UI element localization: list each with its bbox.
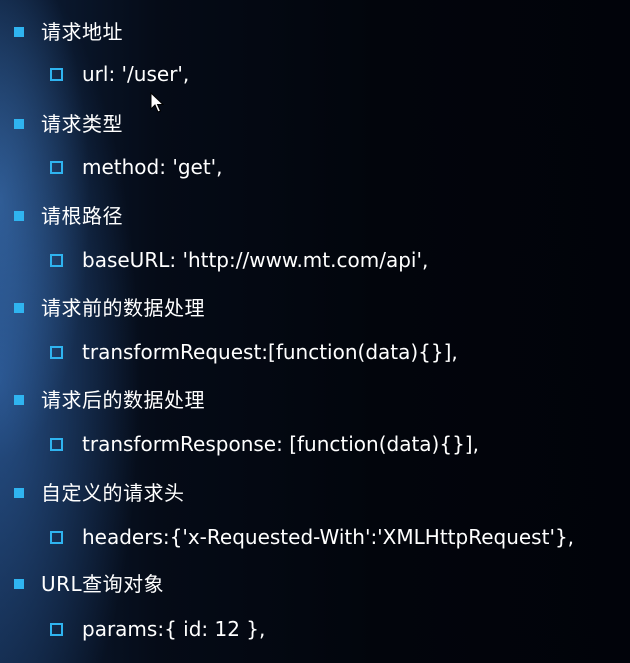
mouse-cursor-icon [150,92,164,113]
item-title: 请求前的数据处理 [41,296,205,320]
item-title: 自定义的请求头 [41,481,185,505]
item-value: url: '/user', [82,62,190,86]
filled-square-bullet-icon [14,27,24,37]
item-title: 请根路径 [41,204,123,228]
sub-bullet-transform-response: transformResponse: [function(data){}], [50,429,479,459]
hollow-square-bullet-icon [50,253,63,267]
item-value: headers:{'x-Requested-With':'XMLHttpRequ… [82,525,575,549]
sub-bullet-custom-headers: headers:{'x-Requested-With':'XMLHttpRequ… [50,522,574,552]
bullet-item-request-url: 请求地址 [14,17,123,47]
hollow-square-bullet-icon [50,622,63,636]
filled-square-bullet-icon [14,211,24,221]
filled-square-bullet-icon [14,579,24,589]
item-title: 请求后的数据处理 [41,388,205,412]
sub-bullet-request-type: method: 'get', [50,152,223,182]
hollow-square-bullet-icon [50,160,63,174]
bullet-item-url-params: URL查询对象 [14,569,164,599]
item-value: method: 'get', [82,155,223,179]
item-value: transformResponse: [function(data){}], [82,432,479,456]
filled-square-bullet-icon [14,395,24,405]
bullet-item-request-type: 请求类型 [14,109,123,139]
item-title: URL查询对象 [41,572,165,596]
slide: 请求地址 url: '/user', 请求类型 method: 'get', 请… [0,0,630,663]
sub-bullet-base-path: baseURL: 'http://www.mt.com/api', [50,245,428,275]
bullet-item-base-path: 请根路径 [14,201,123,231]
hollow-square-bullet-icon [50,437,63,451]
item-value: params:{ id: 12 }, [82,617,266,641]
item-value: baseURL: 'http://www.mt.com/api', [82,248,429,272]
sub-bullet-transform-request: transformRequest:[function(data){}], [50,337,458,367]
hollow-square-bullet-icon [50,67,63,81]
item-title: 请求地址 [41,20,123,44]
hollow-square-bullet-icon [50,345,63,359]
item-value: transformRequest:[function(data){}], [82,340,458,364]
filled-square-bullet-icon [14,488,24,498]
filled-square-bullet-icon [14,119,24,129]
item-title: 请求类型 [41,112,123,136]
hollow-square-bullet-icon [50,530,63,544]
bullet-item-custom-headers: 自定义的请求头 [14,478,185,508]
filled-square-bullet-icon [14,303,24,313]
sub-bullet-url-params: params:{ id: 12 }, [50,614,265,644]
bullet-item-transform-request: 请求前的数据处理 [14,293,205,323]
bullet-item-transform-response: 请求后的数据处理 [14,385,205,415]
sub-bullet-request-url: url: '/user', [50,59,189,89]
